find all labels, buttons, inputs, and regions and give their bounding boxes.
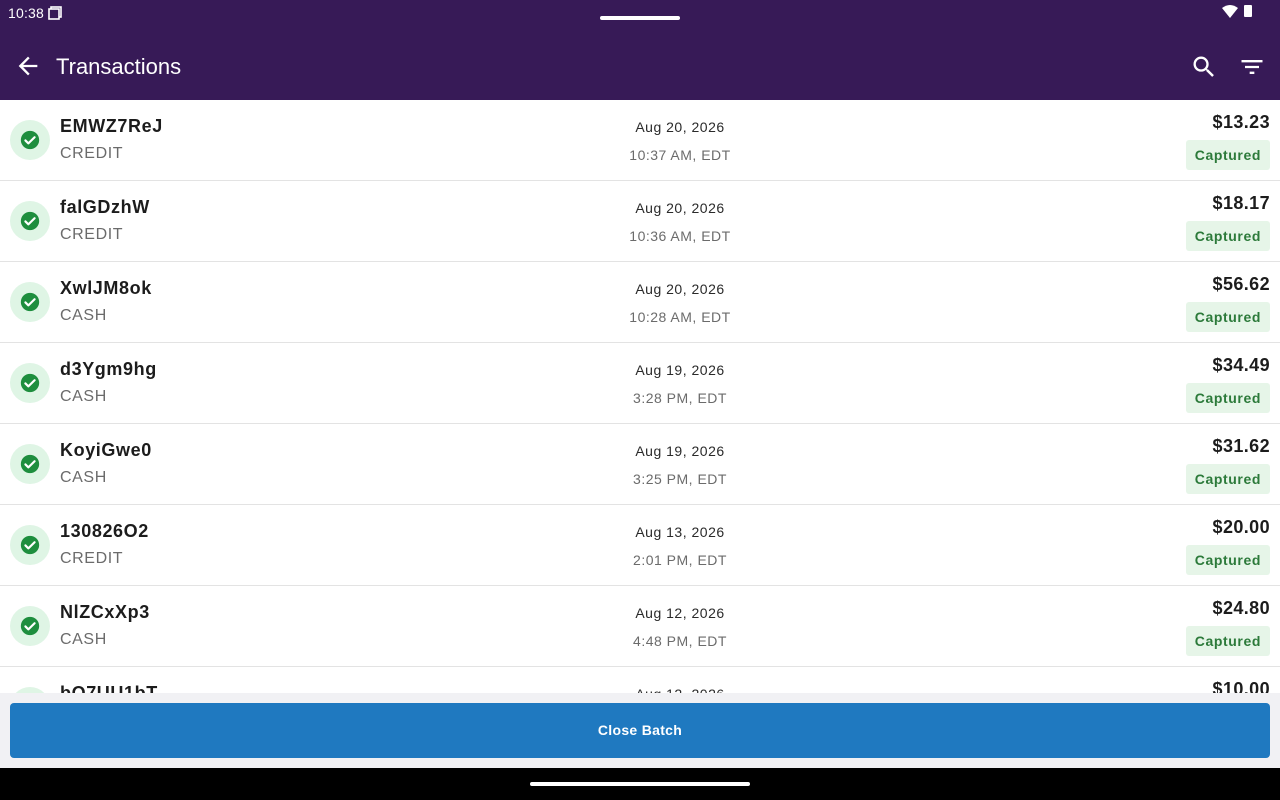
status-badge: Captured (1185, 464, 1270, 494)
table-row[interactable]: falGDzhW CREDIT Aug 20, 2026 10:36 AM, E… (0, 181, 1280, 262)
status-badge: Captured (1185, 383, 1270, 413)
transaction-date: Aug 13, 2026 (635, 524, 725, 540)
transaction-id: EMWZ7ReJ (60, 116, 163, 136)
transaction-id: NlZCxXp3 (60, 602, 150, 622)
table-row[interactable]: EMWZ7ReJ CREDIT Aug 20, 2026 10:37 AM, E… (0, 100, 1280, 181)
transaction-amount: $24.80 (1212, 598, 1270, 618)
transaction-time: 10:28 AM, EDT (629, 309, 731, 325)
transaction-amount: $31.62 (1212, 436, 1270, 456)
arrow-back-icon (18, 56, 38, 76)
transaction-amount: $20.00 (1212, 517, 1270, 537)
transaction-id: 130826O2 (60, 521, 149, 541)
page-title: Transactions (56, 54, 182, 79)
wifi-icon (1222, 5, 1238, 19)
transaction-type: CASH (60, 469, 107, 486)
table-row[interactable]: 130826O2 CREDIT Aug 13, 2026 2:01 PM, ED… (0, 505, 1280, 586)
transaction-id: bQ7UU1bT (60, 683, 158, 693)
battery-icon (1244, 5, 1252, 17)
transaction-type: CASH (60, 388, 107, 405)
transaction-type: CREDIT (60, 145, 124, 162)
transaction-date: Aug 19, 2026 (635, 443, 725, 459)
transaction-date: Aug 20, 2026 (635, 200, 725, 216)
transaction-amount: $13.23 (1212, 112, 1270, 132)
transaction-time: 3:25 PM, EDT (633, 471, 727, 487)
status-badge: Captured (1185, 545, 1270, 575)
bottom-action-panel: Close Batch (0, 693, 1280, 768)
check-circle-icon (10, 363, 50, 403)
filter-icon (1241, 60, 1263, 74)
search-icon (1193, 56, 1214, 77)
status-badge: Captured (1185, 626, 1270, 656)
status-time: 10:38 (8, 5, 45, 21)
transaction-date: Aug 19, 2026 (635, 362, 725, 378)
transaction-id: d3Ygm9hg (60, 359, 157, 379)
filter-button[interactable] (1238, 53, 1266, 81)
transaction-date: Aug 20, 2026 (635, 119, 725, 135)
system-nav-bar (0, 768, 1280, 800)
transaction-time: 3:28 PM, EDT (633, 390, 727, 406)
transaction-list[interactable]: EMWZ7ReJ CREDIT Aug 20, 2026 10:37 AM, E… (0, 100, 1280, 693)
transaction-type: CASH (60, 307, 107, 324)
transaction-time: 2:01 PM, EDT (633, 552, 727, 568)
status-badge: Captured (1185, 140, 1270, 170)
check-circle-icon (10, 444, 50, 484)
notification-icon (48, 6, 62, 20)
status-badge: Captured (1185, 221, 1270, 251)
table-row[interactable]: KoyiGwe0 CASH Aug 19, 2026 3:25 PM, EDT … (0, 424, 1280, 505)
transaction-id: KoyiGwe0 (60, 440, 152, 460)
table-row[interactable]: d3Ygm9hg CASH Aug 19, 2026 3:28 PM, EDT … (0, 343, 1280, 424)
transaction-amount: $10.00 (1212, 679, 1270, 693)
transaction-time: 10:36 AM, EDT (629, 228, 731, 244)
transaction-date: Aug 20, 2026 (635, 281, 725, 297)
check-circle-icon (10, 120, 50, 160)
transaction-date: Aug 12, 2026 (635, 605, 725, 621)
status-badge: Captured (1185, 302, 1270, 332)
check-circle-icon (10, 201, 50, 241)
transaction-time: 4:48 PM, EDT (633, 633, 727, 649)
app-bar: Transactions (0, 28, 1280, 100)
status-bar: 10:38 (0, 0, 1280, 28)
transaction-amount: $18.17 (1212, 193, 1270, 213)
check-circle-icon (10, 282, 50, 322)
search-button[interactable] (1190, 53, 1218, 81)
table-row[interactable]: NlZCxXp3 CASH Aug 12, 2026 4:48 PM, EDT … (0, 586, 1280, 667)
transaction-type: CREDIT (60, 226, 124, 243)
check-circle-icon (10, 606, 50, 646)
transaction-amount: $34.49 (1212, 355, 1270, 375)
transaction-id: falGDzhW (60, 197, 150, 217)
transaction-type: CASH (60, 631, 107, 648)
transaction-date: Aug 12, 2026 (560, 686, 800, 693)
transaction-time: 10:37 AM, EDT (629, 147, 731, 163)
transaction-amount: $56.62 (1212, 274, 1270, 294)
home-handle[interactable] (530, 782, 750, 786)
transaction-id: XwlJM8ok (60, 278, 152, 298)
check-circle-icon (10, 525, 50, 565)
table-row[interactable]: XwlJM8ok CASH Aug 20, 2026 10:28 AM, EDT… (0, 262, 1280, 343)
close-batch-button[interactable]: Close Batch (10, 703, 1270, 758)
transaction-type: CREDIT (60, 550, 124, 567)
back-button[interactable] (14, 52, 42, 80)
table-row[interactable]: bQ7UU1bT Aug 12, 2026 $10.00 (0, 667, 1280, 693)
status-handle (600, 16, 680, 20)
